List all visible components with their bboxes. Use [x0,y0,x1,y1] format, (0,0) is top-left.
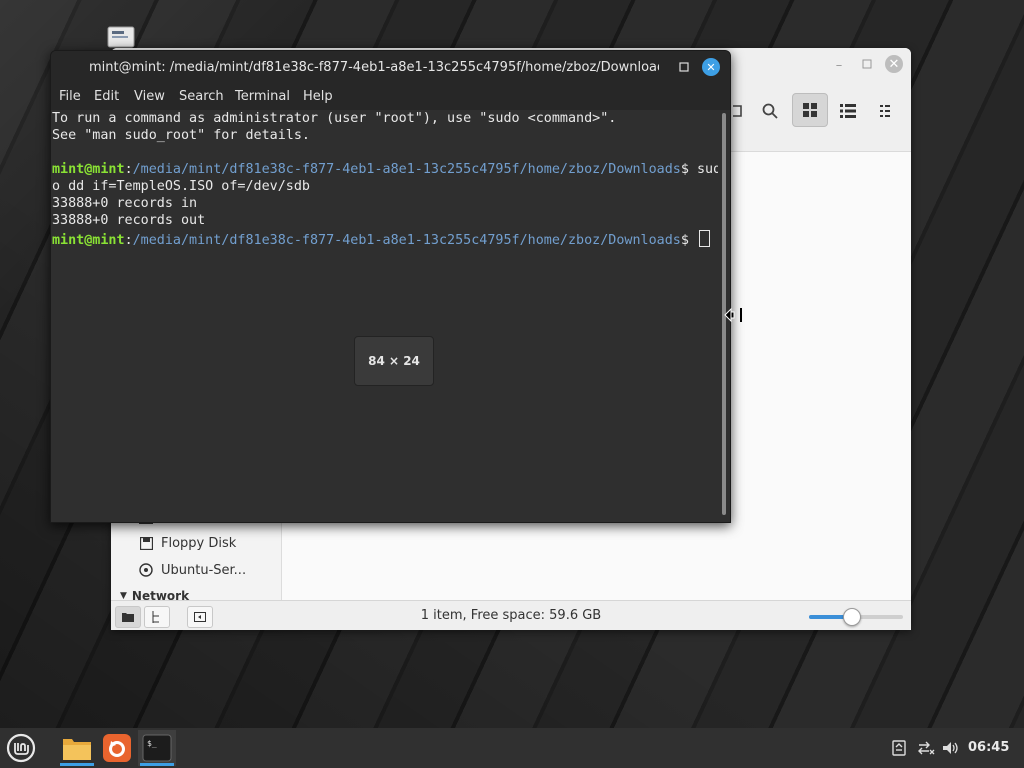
close-icon[interactable]: ✕ [702,58,720,76]
terminal-line: See "man sudo_root" for details. [52,128,310,143]
menu-button[interactable] [2,730,40,766]
menu-file[interactable]: File [59,89,81,104]
taskbar-terminal[interactable]: $_ [138,730,176,766]
prompt-path: /media/mint/df81e38c-f877-4eb1-a8e1-13c2… [132,233,681,248]
terminal-line: To run a command as administrator (user … [52,111,617,126]
show-tree-button[interactable] [144,606,170,628]
terminal-menubar: File Edit View Search Terminal Help [51,84,730,110]
menu-edit[interactable]: Edit [94,89,119,104]
terminal-titlebar[interactable]: mint@mint: /media/mint/df81e38c-f877-4eb… [51,51,730,84]
volume-icon[interactable] [942,739,960,757]
file-manager-statusbar: 1 item, Free space: 59.6 GB [111,600,911,630]
prompt-user: mint@mint [52,162,125,177]
taskbar-panel: $_ 06:45 [0,728,1024,768]
prompt-dollar: $ [680,162,697,177]
sidebar-item-label: Floppy Disk [161,535,237,551]
minimize-icon[interactable] [675,58,693,76]
prompt-colon: : [124,233,133,248]
terminal-icon: $_ [142,734,172,762]
sidebar-item-floppy-disk[interactable]: Floppy Disk [139,533,236,553]
terminal-window: mint@mint: /media/mint/df81e38c-f877-4eb… [50,50,731,523]
computer-desktop-icon[interactable] [106,26,136,50]
floppy-disk-icon [139,536,153,550]
list-view-icon[interactable] [831,94,865,128]
resize-size-tooltip: 84 × 24 [354,336,434,386]
mint-logo-icon [6,733,36,763]
menu-terminal[interactable]: Terminal [235,89,290,104]
prompt-colon: : [124,162,133,177]
menu-view[interactable]: View [134,89,165,104]
prompt-path: /media/mint/df81e38c-f877-4eb1-a8e1-13c2… [132,162,681,177]
notifications-icon[interactable] [890,739,908,757]
sidebar-item-ubuntu-server[interactable]: Ubuntu-Ser... [139,560,246,580]
menu-search[interactable]: Search [179,89,224,104]
terminal-output[interactable]: To run a command as administrator (user … [51,110,721,522]
prompt-user: mint@mint [52,233,125,248]
terminal-line: o dd if=TempleOS.ISO of=/dev/sdb [52,179,310,194]
search-icon[interactable] [753,94,787,128]
minimize-icon[interactable]: – [830,56,848,74]
active-indicator [140,763,174,766]
zoom-slider[interactable] [809,608,903,626]
window-title: mint@mint: /media/mint/df81e38c-f877-4eb… [89,60,659,75]
icon-view-icon[interactable] [792,93,828,127]
resize-cursor-icon [724,305,744,329]
terminal-prompt-line: mint@mint:/media/mint/df81e38c-f877-4eb1… [52,162,721,179]
svg-text:$_: $_ [147,739,157,748]
text-cursor [698,230,710,247]
hide-sidebar-button[interactable] [187,606,213,628]
terminal-prompt-line: mint@mint:/media/mint/df81e38c-f877-4eb1… [52,230,710,248]
prompt-dollar: $ [680,233,697,248]
desktop: – ✕ Floppy Disk Ubuntu-Ser... ▼ Network … [0,0,1024,768]
terminal-line: 33888+0 records out [52,213,206,228]
taskbar-firefox[interactable] [98,730,136,766]
menu-help[interactable]: Help [303,89,333,104]
firefox-icon [103,734,131,762]
optical-disc-icon [139,563,153,577]
sidebar-item-label: Ubuntu-Ser... [161,562,247,578]
zoom-slider-handle[interactable] [843,608,862,626]
compact-view-icon[interactable] [870,94,904,128]
folder-icon [63,739,91,760]
status-text: 1 item, Free space: 59.6 GB [420,608,602,623]
clock[interactable]: 06:45 [968,740,1009,755]
network-disconnected-icon[interactable] [917,739,935,757]
maximize-icon[interactable] [858,55,876,73]
taskbar-file-manager[interactable] [58,730,96,766]
close-icon[interactable]: ✕ [885,55,903,73]
active-indicator [60,763,94,766]
show-places-button[interactable] [115,606,141,628]
terminal-line: 33888+0 records in [52,196,198,211]
